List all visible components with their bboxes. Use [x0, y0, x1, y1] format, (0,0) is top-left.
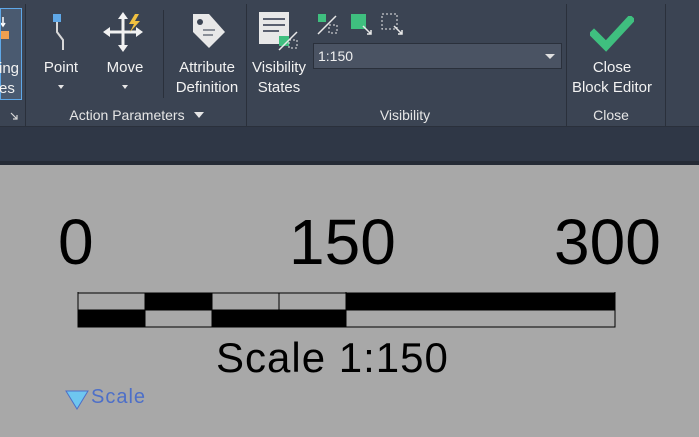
visibility-state-dropdown[interactable]: 1:150 [313, 43, 562, 69]
scale-tick-label-0: 0 [58, 206, 94, 278]
ribbon-lower-strip [0, 127, 699, 161]
panel-separator [25, 4, 26, 126]
point-label: Point [43, 59, 79, 76]
close-block-editor-button[interactable]: Close Block Editor [568, 6, 656, 98]
panel-title-close: Close [593, 107, 629, 123]
make-visible-icon [351, 14, 372, 35]
scale-tick-label-150: 150 [289, 206, 396, 278]
panel-title-action-parameters: Action Parameters [69, 107, 185, 123]
attribute-tag-icon [193, 14, 225, 48]
partial-button-label-1: ing [0, 60, 20, 77]
partial-button-icon [1, 17, 9, 39]
visibility-states-label-2: States [257, 79, 301, 96]
panel-expand-icon[interactable] [9, 108, 19, 120]
close-block-editor-label-1: Close [592, 59, 632, 76]
point-parameter-icon [53, 14, 64, 50]
move-label: Move [106, 59, 144, 76]
scale-parameter-label: Scale [91, 386, 147, 408]
move-action-icon [103, 12, 143, 52]
partial-ribbon-button[interactable]: ing es [0, 8, 22, 100]
triangle-down-icon [65, 390, 89, 410]
visibility-states-label-1: Visibility [252, 59, 306, 76]
close-block-editor-label-2: Block Editor [571, 79, 653, 96]
scale-title: Scale 1:150 [216, 334, 449, 381]
move-dropdown-caret [122, 85, 128, 89]
ribbon: ing es Point Move Attribute Definition A… [0, 0, 699, 127]
scale-parameter-grip[interactable]: Scale [64, 387, 154, 411]
action-parameters-dropdown-icon[interactable] [194, 112, 204, 118]
make-invisible-button[interactable] [380, 12, 404, 36]
partial-button-label-2: es [0, 80, 15, 97]
button-separator [163, 10, 164, 98]
visibility-mode-button[interactable] [316, 12, 340, 36]
scale-bar [77, 292, 616, 328]
attribute-definition-button[interactable]: Attribute Definition [170, 6, 244, 98]
attribute-definition-label-2: Definition [175, 79, 239, 96]
chevron-down-icon[interactable] [545, 54, 555, 59]
make-invisible-icon [381, 13, 403, 35]
drawing-canvas[interactable]: 0 150 300 Scale 1:150 Scale [0, 165, 699, 437]
point-button[interactable]: Point [35, 6, 87, 96]
move-button[interactable]: Move [96, 6, 154, 96]
visibility-mode-icon [317, 14, 338, 35]
panel-separator [665, 4, 666, 126]
point-dropdown-caret [58, 85, 64, 89]
attribute-definition-label-1: Attribute [179, 59, 235, 76]
scale-tick-label-300: 300 [554, 206, 661, 278]
checkmark-icon [590, 16, 634, 52]
visibility-states-button[interactable]: Visibility States [250, 6, 308, 98]
panel-separator [566, 4, 567, 126]
make-visible-button[interactable] [349, 12, 373, 36]
visibility-state-value: 1:150 [318, 48, 354, 64]
visibility-states-icon [259, 12, 298, 51]
panel-title-visibility: Visibility [379, 107, 431, 123]
